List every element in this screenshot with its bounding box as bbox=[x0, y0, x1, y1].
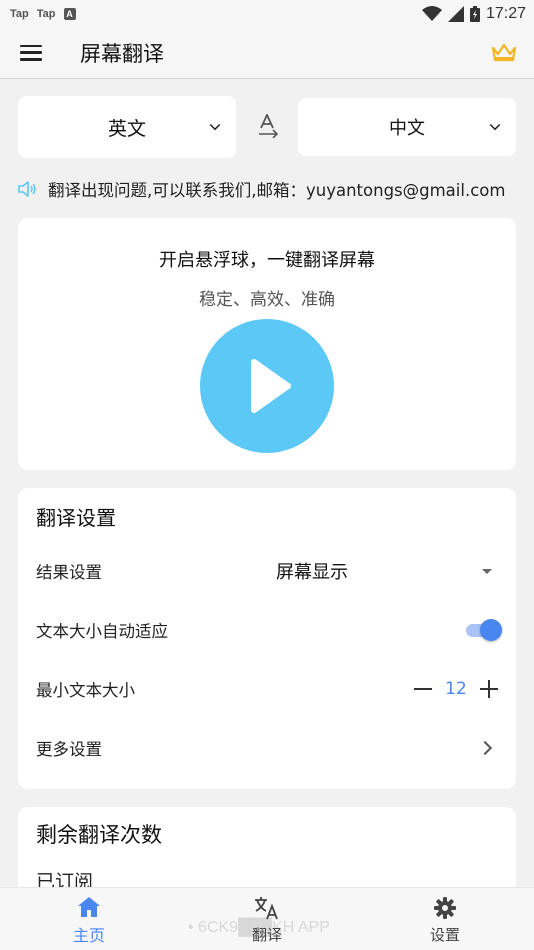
more-settings-label: 更多设置 bbox=[36, 740, 102, 759]
notice-text: 翻译出现问题,可以联系我们,邮箱：yuyantongs@gmail.com bbox=[48, 181, 506, 200]
swap-language-icon[interactable] bbox=[258, 114, 280, 138]
speaker-icon bbox=[18, 181, 36, 197]
result-setting-value[interactable]: 屏幕显示 bbox=[276, 558, 348, 584]
source-language-label: 英文 bbox=[107, 117, 146, 140]
more-settings-row[interactable]: 更多设置 bbox=[36, 733, 498, 763]
floating-ball-card: 开启悬浮球，一键翻译屏幕 稳定、高效、准确 bbox=[18, 218, 516, 470]
result-setting-row[interactable]: 结果设置 屏幕显示 bbox=[36, 556, 498, 586]
app-notification-icon: A bbox=[63, 7, 76, 20]
language-selector: 英文 中文 bbox=[18, 96, 516, 158]
translation-settings-card: 翻译设置 结果设置 屏幕显示 文本大小自动适应 最小文本大小 12 更多设置 bbox=[18, 488, 516, 789]
chevron-right-icon bbox=[477, 740, 493, 756]
play-icon bbox=[251, 359, 291, 413]
min-text-size-label: 最小文本大小 bbox=[36, 681, 135, 700]
bottom-navigation: 主页 翻译 设置 • 6CK9███KH APP bbox=[0, 887, 534, 950]
floating-ball-title: 开启悬浮球，一键翻译屏幕 bbox=[159, 250, 375, 271]
min-text-size-value: 12 bbox=[445, 679, 467, 699]
taptap-notification: Tap bbox=[10, 7, 29, 20]
remaining-count-title: 剩余翻译次数 bbox=[36, 823, 162, 847]
result-setting-label: 结果设置 bbox=[36, 563, 102, 582]
source-language-select[interactable]: 英文 bbox=[18, 96, 236, 158]
signal-icon bbox=[447, 5, 464, 22]
status-indicators: 17:27 bbox=[421, 4, 526, 23]
dropdown-arrow-icon bbox=[482, 569, 492, 574]
chevron-down-icon bbox=[209, 119, 221, 131]
minus-icon[interactable] bbox=[414, 688, 432, 690]
nav-settings[interactable]: 设置 bbox=[405, 896, 485, 945]
clock: 17:27 bbox=[485, 4, 526, 22]
crown-icon[interactable] bbox=[490, 42, 518, 64]
plus-icon[interactable] bbox=[480, 680, 498, 698]
nav-home-label: 主页 bbox=[72, 926, 105, 945]
app-bar: 屏幕翻译 bbox=[0, 27, 534, 79]
target-language-select[interactable]: 中文 bbox=[298, 98, 516, 156]
menu-icon[interactable] bbox=[20, 44, 42, 61]
auto-size-toggle[interactable] bbox=[462, 619, 502, 641]
battery-icon bbox=[469, 5, 480, 22]
start-floating-button[interactable] bbox=[200, 319, 334, 453]
wifi-icon bbox=[421, 5, 442, 21]
page-title: 屏幕翻译 bbox=[80, 41, 164, 66]
home-icon bbox=[78, 897, 100, 917]
translate-icon bbox=[255, 897, 278, 920]
taptap-notification: Tap bbox=[36, 7, 56, 20]
chevron-down-icon bbox=[489, 119, 501, 131]
nav-settings-label: 设置 bbox=[429, 926, 460, 944]
status-bar: Tap Tap A 17:27 bbox=[0, 0, 534, 27]
min-text-size-row: 最小文本大小 12 bbox=[36, 674, 498, 704]
status-notifications: Tap Tap A bbox=[10, 7, 76, 20]
target-language-label: 中文 bbox=[389, 118, 425, 139]
nav-home[interactable]: 主页 bbox=[49, 896, 129, 946]
auto-size-row: 文本大小自动适应 bbox=[36, 615, 502, 645]
notice-banner: 翻译出现问题,可以联系我们,邮箱：yuyantongs@gmail.com bbox=[18, 176, 518, 202]
settings-title: 翻译设置 bbox=[36, 506, 116, 530]
gear-icon bbox=[434, 897, 456, 919]
min-text-size-stepper: 12 bbox=[414, 674, 498, 704]
auto-size-label: 文本大小自动适应 bbox=[36, 622, 168, 641]
floating-ball-subtitle: 稳定、高效、准确 bbox=[199, 290, 335, 310]
watermark-text: • 6CK9███KH APP bbox=[188, 919, 330, 936]
